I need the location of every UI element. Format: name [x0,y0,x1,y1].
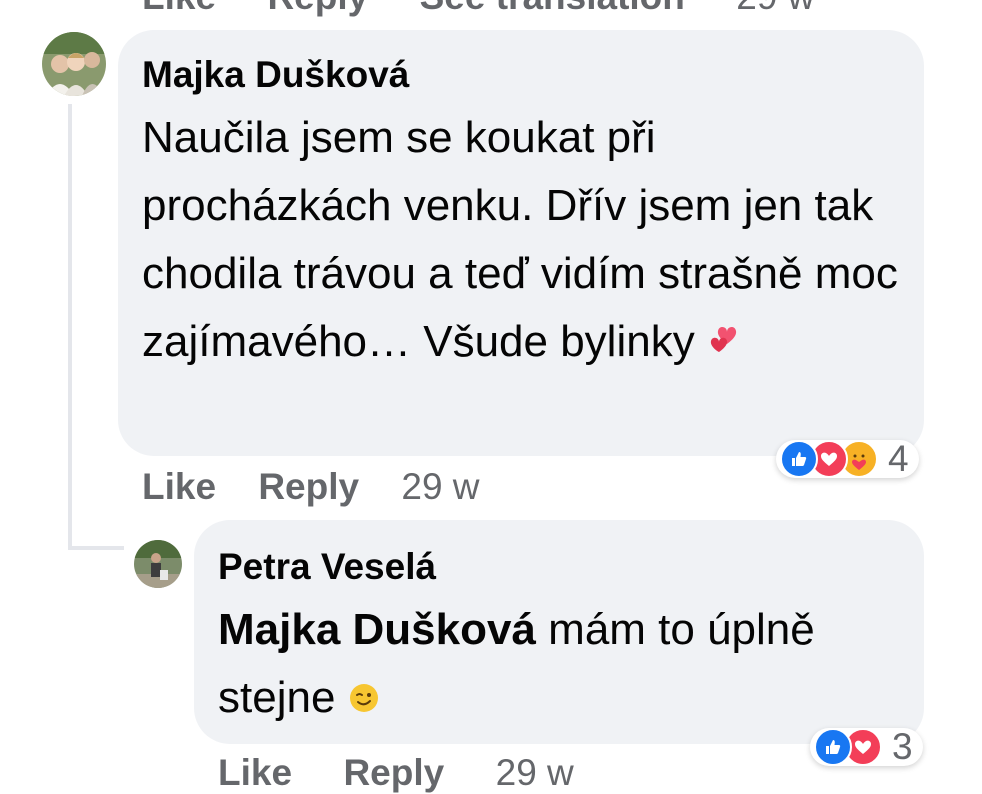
reactions-summary[interactable]: 4 [776,438,919,479]
like-button[interactable]: Like [142,0,216,17]
reaction-count: 3 [892,726,913,767]
timestamp[interactable]: 29 w [736,0,814,17]
like-button[interactable]: Like [142,466,216,507]
reply-text: Majka Dušková mám to úplně stejne [218,596,908,734]
avatar[interactable] [42,32,106,96]
like-icon [780,440,818,478]
winking-face-icon [348,666,380,734]
reply-button[interactable]: Reply [258,466,359,507]
comment-text: Naučila jsem se koukat při procházkách v… [142,104,912,378]
reaction-count: 4 [888,438,909,479]
like-button[interactable]: Like [218,752,292,793]
comment-body: Naučila jsem se koukat při procházkách v… [142,113,898,366]
two-hearts-icon [707,310,743,378]
reply-button[interactable]: Reply [267,0,368,17]
thread-connector-line [68,104,72,550]
reactions-summary[interactable]: 3 [810,726,923,767]
like-icon [814,728,852,766]
reply-button[interactable]: Reply [343,752,444,793]
timestamp[interactable]: 29 w [401,466,479,507]
see-translation-link[interactable]: See translation [420,0,685,17]
thread-connector-elbow [68,546,124,550]
reply-author[interactable]: Petra Veselá [218,546,436,588]
avatar[interactable] [134,540,182,588]
comment-actions: Like Reply 29 w [142,466,480,508]
reply-actions: Like Reply 29 w [218,752,574,794]
comment-author[interactable]: Majka Dušková [142,54,409,96]
timestamp[interactable]: 29 w [496,752,574,793]
mention-link[interactable]: Majka Dušková [218,605,536,654]
previous-comment-actions: Like Reply See translation 29 w [142,0,814,18]
